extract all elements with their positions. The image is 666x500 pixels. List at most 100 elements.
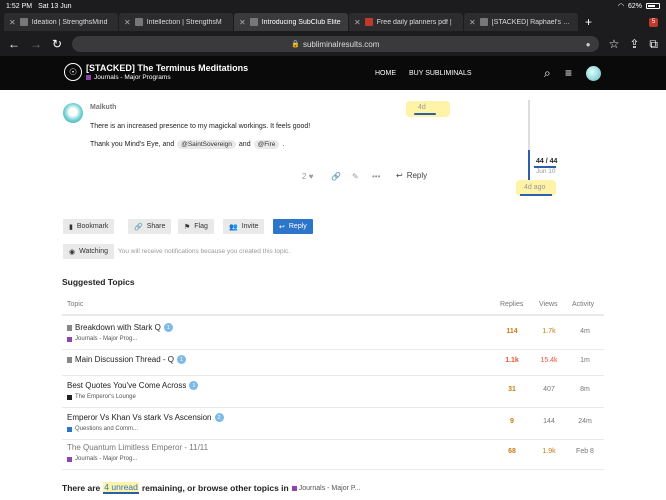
edit-icon[interactable]: ✎ bbox=[352, 172, 359, 181]
reply-icon: ↩ bbox=[279, 223, 285, 231]
topic-replies[interactable]: 1.1k bbox=[492, 357, 532, 364]
topic-views[interactable]: 1.7k bbox=[529, 328, 569, 335]
category-color-icon bbox=[67, 426, 72, 432]
new-tab-plus-icon[interactable]: + bbox=[585, 15, 592, 29]
hamburger-icon[interactable]: ≡ bbox=[565, 66, 572, 80]
topic-title-link[interactable]: Breakdown with Stark Q1 bbox=[67, 323, 173, 332]
topic-row[interactable]: Emperor Vs Khan Vs stark Vs Ascension 2 Qu… bbox=[62, 408, 604, 440]
timeline-ago[interactable]: 4d ago bbox=[524, 184, 545, 191]
unread-badge[interactable]: 1 bbox=[189, 381, 199, 390]
mention-link[interactable]: @Fire bbox=[253, 140, 280, 149]
back-arrow-icon[interactable]: ← bbox=[8, 37, 20, 51]
topic-activity[interactable]: Feb 8 bbox=[565, 448, 605, 455]
category-color-icon bbox=[67, 456, 72, 462]
topic-category-link[interactable]: The Emperor's Lounge bbox=[67, 394, 136, 400]
reply-button[interactable]: ↩ Reply bbox=[273, 219, 313, 234]
reply-icon: ↩ bbox=[396, 171, 403, 180]
col-activity[interactable]: Activity bbox=[572, 301, 594, 308]
close-tab-icon[interactable]: ✕ bbox=[469, 18, 476, 27]
topic-title-link[interactable]: The Quantum Limitless Emperor - 11/11 bbox=[67, 443, 208, 452]
topic-category[interactable]: Journals - Major Programs bbox=[86, 74, 171, 81]
tab-count-badge[interactable]: 5 bbox=[649, 17, 658, 27]
share-icon[interactable]: ⇪ bbox=[629, 37, 639, 51]
topic-title[interactable]: [STACKED] The Terminus Meditations bbox=[86, 63, 248, 73]
category-link[interactable]: Journals - Major P... bbox=[291, 485, 360, 492]
user-avatar[interactable] bbox=[586, 66, 601, 81]
topic-replies[interactable]: 68 bbox=[492, 448, 532, 455]
browser-tab[interactable]: ✕ Ideation | StrengthsMind bbox=[4, 13, 118, 31]
topic-activity[interactable]: 1m bbox=[565, 357, 605, 364]
nav-buy-subliminals-link[interactable]: BUY SUBLIMINALS bbox=[409, 70, 472, 77]
post-reply-button[interactable]: ↩ Reply bbox=[396, 171, 427, 180]
notification-level-button[interactable]: ◉ Watching bbox=[63, 244, 115, 259]
close-tab-icon[interactable]: ✕ bbox=[354, 18, 361, 27]
topic-title-link[interactable]: Emperor Vs Khan Vs stark Vs Ascension 2 bbox=[67, 413, 224, 422]
topic-category-link[interactable]: Questions and Comm... bbox=[67, 426, 138, 432]
close-tab-icon[interactable]: ✕ bbox=[9, 18, 16, 27]
reload-icon[interactable]: ↻ bbox=[52, 37, 62, 51]
unread-link[interactable]: 4 unread bbox=[103, 482, 139, 494]
lock-icon: 🔒 bbox=[291, 41, 300, 48]
status-time: 1:52 PM bbox=[6, 2, 33, 10]
topic-replies[interactable]: 9 bbox=[492, 418, 532, 425]
topic-category-link[interactable]: Journals - Major Prog... bbox=[67, 456, 137, 462]
category-color-icon bbox=[67, 336, 72, 342]
browser-tab[interactable]: ✕ [STACKED] Raphael's Sta bbox=[464, 13, 578, 31]
share-button[interactable]: 🔗 Share bbox=[128, 219, 172, 234]
more-icon[interactable]: ••• bbox=[372, 172, 380, 181]
topic-row[interactable]: Breakdown with Stark Q 1 Journals - Major … bbox=[62, 318, 604, 350]
post-username[interactable]: Malkuth bbox=[90, 104, 116, 111]
topic-title-link[interactable]: Best Quotes You've Come Across 1 bbox=[67, 381, 199, 390]
post-date[interactable]: 4d bbox=[418, 104, 426, 111]
browser-tab[interactable]: ✕ Intellection | StrengthsM bbox=[119, 13, 233, 31]
close-tab-icon[interactable]: ✕ bbox=[124, 18, 131, 27]
search-icon[interactable]: ⌕ bbox=[544, 66, 551, 81]
topic-activity[interactable]: 8m bbox=[565, 386, 605, 393]
unread-badge[interactable]: 1 bbox=[177, 355, 186, 364]
link-icon[interactable]: 🔗 bbox=[331, 172, 341, 181]
pin-icon bbox=[67, 324, 72, 331]
topic-activity[interactable]: 4m bbox=[565, 328, 605, 335]
forward-arrow-icon[interactable]: → bbox=[30, 37, 42, 51]
unread-badge[interactable]: 1 bbox=[163, 323, 173, 332]
mic-icon[interactable]: ● bbox=[586, 40, 591, 49]
topic-row[interactable]: The Quantum Limitless Emperor - 11/11 Jou… bbox=[62, 438, 604, 470]
ios-status-bar: 1:52 PM Sat 13 Jun ◠ 62% bbox=[0, 0, 666, 12]
topic-views[interactable]: 15.4k bbox=[529, 357, 569, 364]
timeline-handle[interactable] bbox=[528, 150, 530, 180]
nav-home-link[interactable]: HOME bbox=[375, 70, 396, 77]
like-count[interactable]: 2 ♥ bbox=[302, 172, 313, 181]
topic-title-link[interactable]: Main Discussion Thread - Q1 bbox=[67, 355, 186, 364]
favicon-icon bbox=[134, 18, 143, 26]
bookmark-button[interactable]: ▮ Bookmark bbox=[63, 219, 115, 234]
col-views[interactable]: Views bbox=[539, 301, 558, 308]
unread-badge[interactable]: 2 bbox=[214, 413, 224, 422]
topic-category-link[interactable]: Journals - Major Prog... bbox=[67, 336, 137, 342]
invite-button[interactable]: 👥 Invite bbox=[223, 219, 265, 234]
site-logo[interactable]: ☉ bbox=[64, 63, 82, 81]
topic-views[interactable]: 1.9k bbox=[529, 448, 569, 455]
topic-views[interactable]: 407 bbox=[529, 386, 569, 393]
share-link-icon: 🔗 bbox=[134, 223, 143, 231]
star-icon[interactable]: ☆ bbox=[609, 37, 620, 51]
post-avatar[interactable] bbox=[63, 103, 83, 123]
flag-button[interactable]: ⚑ Flag bbox=[178, 219, 214, 234]
category-color-icon bbox=[291, 485, 297, 491]
topic-views[interactable]: 144 bbox=[529, 418, 569, 425]
browser-tab-active[interactable]: ✕ Introducing SubClub Elite bbox=[234, 13, 348, 31]
col-topic[interactable]: Topic bbox=[67, 301, 83, 308]
flag-icon: ⚑ bbox=[184, 223, 191, 231]
col-replies[interactable]: Replies bbox=[500, 301, 523, 308]
topic-row[interactable]: Main Discussion Thread - Q 1 1.1k 15.4k 1m bbox=[62, 350, 604, 376]
close-tab-icon[interactable]: ✕ bbox=[239, 18, 246, 27]
topic-replies[interactable]: 31 bbox=[492, 386, 532, 393]
topic-activity[interactable]: 24m bbox=[565, 418, 605, 425]
topic-row[interactable]: Best Quotes You've Come Across 1 The Emper… bbox=[62, 376, 604, 408]
tabs-icon[interactable]: ⧉ bbox=[649, 37, 658, 52]
address-bar[interactable]: 🔒 subliminalresults.com ● bbox=[72, 36, 599, 52]
mention-link[interactable]: @SaintSovereign bbox=[177, 140, 236, 149]
bookmark-icon: ▮ bbox=[69, 223, 73, 231]
heart-icon[interactable]: ♥ bbox=[309, 172, 314, 181]
topic-replies[interactable]: 114 bbox=[492, 328, 532, 335]
browser-tab[interactable]: ✕ Free daily planners pdf | bbox=[349, 13, 463, 31]
